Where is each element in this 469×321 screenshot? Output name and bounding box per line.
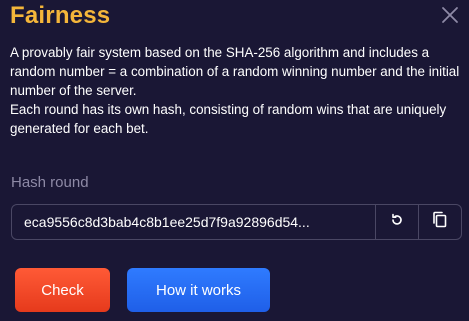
description-paragraph-2: Each round has its own hash, consisting … (10, 102, 447, 136)
copy-hash-button[interactable] (418, 205, 461, 239)
fairness-modal: Fairness A provably fair system based on… (0, 0, 469, 321)
hash-round-label: Hash round (11, 174, 89, 191)
close-button[interactable] (439, 4, 461, 26)
fairness-description: A provably fair system based on the SHA-… (10, 43, 460, 138)
hash-value[interactable]: eca9556c8d3bab4c8b1ee25d7f9a92896d54... (12, 205, 375, 239)
description-paragraph-1: A provably fair system based on the SHA-… (10, 45, 460, 98)
hash-round-field: eca9556c8d3bab4c8b1ee25d7f9a92896d54... (11, 204, 462, 240)
refresh-hash-button[interactable] (375, 205, 418, 239)
how-it-works-button[interactable]: How it works (127, 268, 270, 312)
copy-icon (432, 211, 448, 234)
modal-title: Fairness (10, 2, 111, 29)
refresh-icon (390, 213, 404, 232)
close-icon (439, 4, 461, 26)
check-button[interactable]: Check (15, 268, 110, 312)
